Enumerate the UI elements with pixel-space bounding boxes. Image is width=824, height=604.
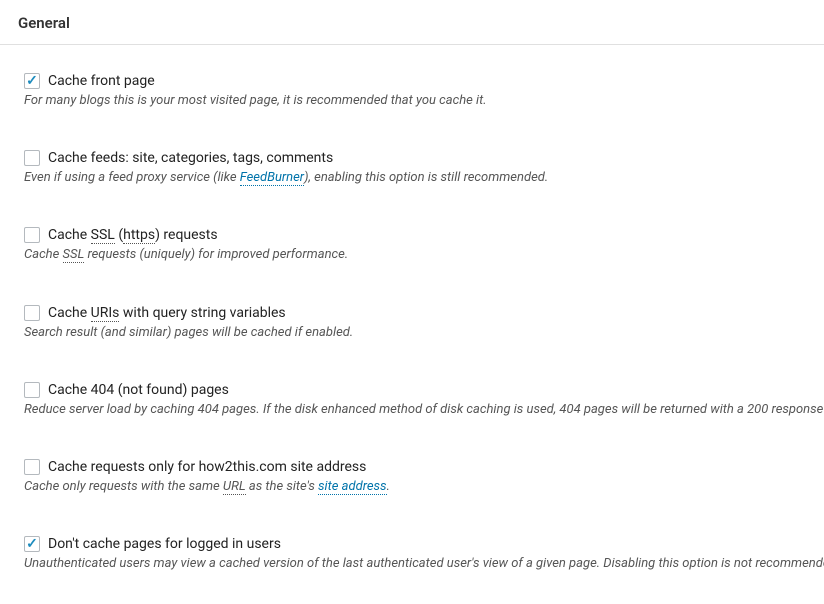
section-title: General (18, 14, 70, 32)
setting-cache-ssl: Cache SSL (https) requests Cache SSL req… (24, 187, 824, 264)
checkbox-cache-ssl[interactable] (24, 227, 40, 243)
desc-text: Even if using a feed proxy service (like (24, 170, 240, 185)
setting-cache-front-page: Cache front page For many blogs this is … (24, 45, 824, 110)
checkbox-label[interactable]: Cache requests only for how2this.com sit… (48, 459, 366, 475)
section-header: General (0, 0, 824, 45)
setting-row: Cache SSL (https) requests (24, 227, 824, 243)
label-text: Cache (48, 305, 91, 321)
setting-cache-site-address: Cache requests only for how2this.com sit… (24, 419, 824, 496)
site-address-link[interactable]: site address (318, 479, 387, 495)
setting-description: Cache only requests with the same URL as… (24, 475, 824, 496)
setting-description: For many blogs this is your most visited… (24, 89, 824, 110)
checkbox-label[interactable]: Cache feeds: site, categories, tags, com… (48, 150, 333, 166)
desc-text: . (387, 479, 390, 494)
url-abbr: URL (223, 479, 246, 495)
uris-abbr: URIs (91, 305, 120, 322)
ssl-abbr: SSL (63, 247, 85, 263)
checkbox-dont-cache-logged-in[interactable] (24, 536, 40, 552)
setting-row: Cache front page (24, 73, 824, 89)
ssl-abbr: SSL (91, 227, 115, 244)
setting-row: Cache requests only for how2this.com sit… (24, 459, 824, 475)
checkbox-cache-uris[interactable] (24, 305, 40, 321)
label-text: with query string variables (119, 305, 285, 321)
desc-text: as the site's (246, 479, 318, 494)
feedburner-link[interactable]: FeedBurner (240, 170, 304, 186)
setting-row: Cache URIs with query string variables (24, 305, 824, 321)
settings-container: Cache front page For many blogs this is … (0, 45, 824, 573)
setting-cache-uris: Cache URIs with query string variables S… (24, 265, 824, 342)
checkbox-cache-site-address[interactable] (24, 459, 40, 475)
setting-cache-feeds: Cache feeds: site, categories, tags, com… (24, 110, 824, 187)
desc-text: Cache (24, 247, 63, 262)
checkbox-label[interactable]: Don't cache pages for logged in users (48, 536, 281, 552)
setting-description: Even if using a feed proxy service (like… (24, 166, 824, 187)
desc-text: ), enabling this option is still recomme… (304, 170, 548, 185)
setting-row: Don't cache pages for logged in users (24, 536, 824, 552)
setting-row: Cache feeds: site, categories, tags, com… (24, 150, 824, 166)
setting-description: Cache SSL requests (uniquely) for improv… (24, 243, 824, 264)
checkbox-label[interactable]: Cache front page (48, 73, 155, 89)
setting-description: Search result (and similar) pages will b… (24, 321, 824, 342)
label-text: ( (115, 227, 123, 243)
checkbox-cache-feeds[interactable] (24, 150, 40, 166)
checkbox-label[interactable]: Cache 404 (not found) pages (48, 382, 229, 398)
label-text: Cache (48, 227, 91, 243)
desc-text: requests (uniquely) for improved perform… (84, 247, 348, 262)
checkbox-cache-404[interactable] (24, 382, 40, 398)
setting-description: Unauthenticated users may view a cached … (24, 552, 824, 573)
https-abbr: https (123, 227, 155, 244)
desc-text: Cache only requests with the same (24, 479, 223, 494)
checkbox-label[interactable]: Cache URIs with query string variables (48, 305, 286, 321)
setting-row: Cache 404 (not found) pages (24, 382, 824, 398)
checkbox-cache-front-page[interactable] (24, 73, 40, 89)
checkbox-label[interactable]: Cache SSL (https) requests (48, 227, 218, 243)
setting-cache-404: Cache 404 (not found) pages Reduce serve… (24, 342, 824, 419)
setting-description: Reduce server load by caching 404 pages.… (24, 398, 824, 419)
setting-dont-cache-logged-in: Don't cache pages for logged in users Un… (24, 496, 824, 573)
label-text: ) requests (155, 227, 218, 243)
